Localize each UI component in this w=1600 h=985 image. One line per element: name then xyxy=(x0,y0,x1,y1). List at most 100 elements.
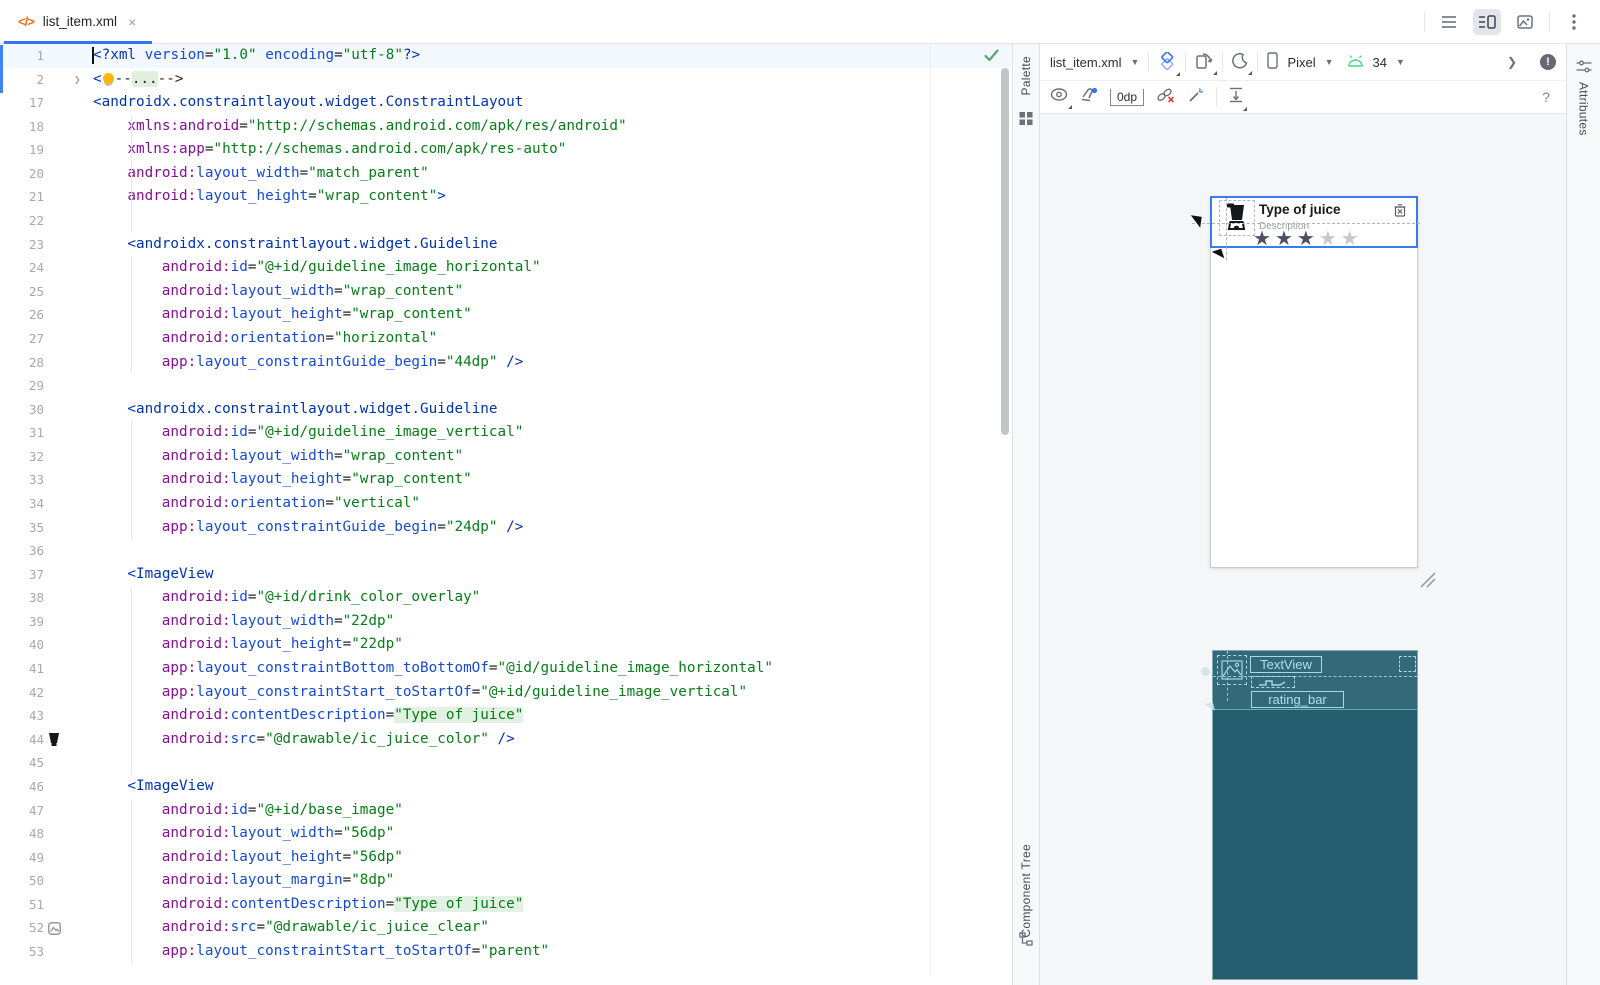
divider xyxy=(1216,87,1217,107)
code-line[interactable]: 51android:contentDescription="Type of ju… xyxy=(0,893,1012,917)
design-file-dropdown[interactable]: list_item.xml xyxy=(1050,55,1122,70)
attributes-tab[interactable]: Attributes xyxy=(1577,82,1591,136)
split-view-button[interactable] xyxy=(1473,9,1501,35)
issue-panel-icon[interactable]: ! xyxy=(1540,54,1556,70)
preview-resize-handle[interactable] xyxy=(1418,572,1436,588)
line-number: 42 xyxy=(0,681,44,705)
android-api-icon xyxy=(1347,55,1364,70)
code-line[interactable]: 42app:layout_constraintStart_toStartOf="… xyxy=(0,681,1012,705)
code-line[interactable]: 23<androidx.constraintlayout.widget.Guid… xyxy=(0,233,1012,257)
infer-constraints-wand-icon[interactable] xyxy=(1187,87,1204,108)
code-line[interactable]: 28app:layout_constraintGuide_begin="44dp… xyxy=(0,351,1012,375)
line-number: 24 xyxy=(0,256,44,280)
code-line[interactable]: 29 xyxy=(0,374,1012,398)
tab-close-icon[interactable]: × xyxy=(128,14,136,30)
indent-guide xyxy=(131,115,132,233)
code-view-button[interactable] xyxy=(1435,9,1463,35)
blueprint-view[interactable]: TextView rating_bar xyxy=(1212,650,1418,980)
design-preview-screen[interactable]: Type of juice Description ★★★★★ xyxy=(1210,196,1418,568)
code-line[interactable]: 48android:layout_width="56dp" xyxy=(0,822,1012,846)
pack-align-icon[interactable] xyxy=(1229,87,1243,108)
design-surface-mode-icon[interactable] xyxy=(1158,52,1176,73)
constraint-toolbar: 0dp ? xyxy=(1040,81,1566,114)
code-line[interactable]: 17<androidx.constraintlayout.widget.Cons… xyxy=(0,91,1012,115)
line-number: 36 xyxy=(0,539,44,563)
code-line[interactable]: 31android:id="@+id/guideline_image_verti… xyxy=(0,421,1012,445)
code-line[interactable]: 24android:id="@+id/guideline_image_horiz… xyxy=(0,256,1012,280)
constraint-anchor[interactable] xyxy=(1201,667,1210,676)
code-line[interactable]: 30<androidx.constraintlayout.widget.Guid… xyxy=(0,398,1012,422)
line-number: 19 xyxy=(0,138,44,162)
fold-arrow-icon[interactable]: ❯ xyxy=(74,68,81,92)
blueprint-rating-bar[interactable]: rating_bar xyxy=(1251,691,1344,708)
palette-tab[interactable]: Palette xyxy=(1019,56,1033,95)
line-number: 44 xyxy=(0,728,44,752)
night-mode-icon[interactable] xyxy=(1232,53,1248,72)
design-surface[interactable]: Type of juice Description ★★★★★ xyxy=(1040,114,1566,985)
autoconnect-magnet-icon[interactable] xyxy=(1080,87,1098,108)
code-line[interactable]: 41app:layout_constraintBottom_toBottomOf… xyxy=(0,657,1012,681)
line-number: 2 xyxy=(0,68,44,92)
design-view-button[interactable] xyxy=(1511,9,1539,35)
code-line[interactable]: 21android:layout_height="wrap_content"> xyxy=(0,185,1012,209)
default-margin-control[interactable]: 0dp xyxy=(1110,89,1144,106)
line-number: 43 xyxy=(0,704,44,728)
code-line[interactable]: 47android:id="@+id/base_image" xyxy=(0,799,1012,823)
component-tree-tab[interactable]: Component Tree xyxy=(1019,844,1033,938)
line-number: 39 xyxy=(0,610,44,634)
line-number: 46 xyxy=(0,775,44,799)
code-line[interactable]: 44android:src="@drawable/ic_juice_color"… xyxy=(0,728,1012,752)
blueprint-textview[interactable]: TextView xyxy=(1250,656,1322,673)
code-line[interactable]: 32android:layout_width="wrap_content" xyxy=(0,445,1012,469)
code-line[interactable]: 50android:layout_margin="8dp" xyxy=(0,869,1012,893)
help-icon[interactable]: ? xyxy=(1542,89,1550,105)
code-line[interactable]: 35app:layout_constraintGuide_begin="24dp… xyxy=(0,516,1012,540)
line-number: 52 xyxy=(0,916,44,940)
orientation-icon[interactable] xyxy=(1195,52,1213,72)
code-line[interactable]: 33android:layout_height="wrap_content" xyxy=(0,468,1012,492)
code-line[interactable]: 18xmlns:android="http://schemas.android.… xyxy=(0,115,1012,139)
vertical-guideline[interactable] xyxy=(1226,198,1227,260)
view-options-eye-icon[interactable] xyxy=(1050,88,1068,106)
code-line[interactable]: 46<ImageView xyxy=(0,775,1012,799)
intention-bulb-icon[interactable] xyxy=(103,73,114,84)
code-line[interactable]: 43android:contentDescription="Type of ju… xyxy=(0,704,1012,728)
component-tree-icon xyxy=(1019,932,1033,951)
code-line[interactable]: 20android:layout_width="match_parent" xyxy=(0,162,1012,186)
code-line[interactable]: 37<ImageView xyxy=(0,563,1012,587)
code-line[interactable]: 40android:layout_height="22dp" xyxy=(0,633,1012,657)
code-line[interactable]: 19xmlns:app="http://schemas.android.com/… xyxy=(0,138,1012,162)
inspections-ok-check-icon[interactable] xyxy=(984,49,999,67)
code-line[interactable]: 45 xyxy=(0,751,1012,775)
code-line[interactable]: 22 xyxy=(0,209,1012,233)
code-line[interactable]: 2❯<--...--> xyxy=(0,68,1012,92)
code-line[interactable]: 25android:layout_width="wrap_content" xyxy=(0,280,1012,304)
attributes-stripe: Attributes xyxy=(1566,44,1600,985)
guideline-anchor-arrow[interactable] xyxy=(1189,215,1201,227)
api-level-dropdown[interactable]: 34 xyxy=(1373,55,1387,70)
chevron-down-icon: ▼ xyxy=(1131,57,1140,67)
line-number: 45 xyxy=(0,751,44,775)
code-line[interactable]: 38android:id="@+id/drink_color_overlay" xyxy=(0,586,1012,610)
code-line[interactable]: 53app:layout_constraintStart_toStartOf="… xyxy=(0,940,1012,964)
code-line[interactable]: 1<?xml version="1.0" encoding="utf-8"?> xyxy=(0,44,1012,68)
clear-constraints-icon[interactable] xyxy=(1156,87,1175,108)
code-line[interactable]: 26android:layout_height="wrap_content" xyxy=(0,303,1012,327)
code-line[interactable]: 36 xyxy=(0,539,1012,563)
blueprint-description-view[interactable] xyxy=(1251,676,1295,688)
xml-code-editor[interactable]: 1<?xml version="1.0" encoding="utf-8"?>2… xyxy=(0,44,1012,985)
line-number: 28 xyxy=(0,351,44,375)
code-line[interactable]: 52android:src="@drawable/ic_juice_clear" xyxy=(0,916,1012,940)
toolbar-overflow-chevron[interactable]: ❯ xyxy=(1507,55,1517,69)
code-line[interactable]: 39android:layout_width="22dp" xyxy=(0,610,1012,634)
blueprint-delete-button[interactable] xyxy=(1399,656,1416,672)
editor-scrollbar-thumb[interactable] xyxy=(1001,68,1009,435)
blueprint-imageview[interactable] xyxy=(1217,655,1247,685)
constraint-anchor-arrow[interactable] xyxy=(1204,702,1215,713)
code-line[interactable]: 27android:orientation="horizontal" xyxy=(0,327,1012,351)
device-dropdown[interactable]: Pixel xyxy=(1287,55,1315,70)
tab-list-item-xml[interactable]: </> list_item.xml × xyxy=(4,0,150,43)
code-line[interactable]: 34android:orientation="vertical" xyxy=(0,492,1012,516)
code-line[interactable]: 49android:layout_height="56dp" xyxy=(0,846,1012,870)
more-options-kebab-icon[interactable] xyxy=(1560,9,1588,35)
